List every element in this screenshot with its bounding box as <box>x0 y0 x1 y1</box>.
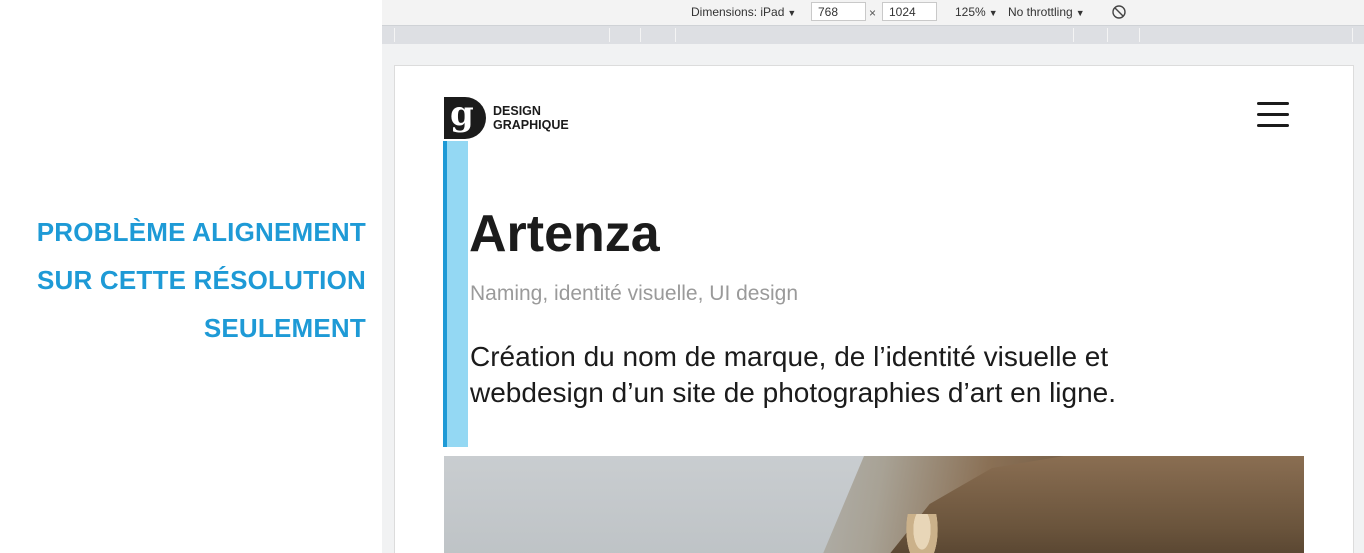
caret-down-icon: ▼ <box>988 8 998 18</box>
zoom-label: 125% <box>955 5 986 19</box>
throttling-label: No throttling <box>1008 5 1073 19</box>
height-input[interactable]: 1024 <box>882 2 937 21</box>
device-viewport: g DESIGN GRAPHIQUE Artenza Naming, ident… <box>394 65 1354 553</box>
annotation-line: PROBLÈME ALIGNEMENT <box>36 217 366 247</box>
accent-bar-highlight <box>447 141 468 447</box>
project-title: Artenza <box>469 205 660 263</box>
media-query-ruler[interactable] <box>382 26 1364 44</box>
logo-text[interactable]: DESIGN GRAPHIQUE <box>493 104 569 132</box>
annotation-text: PROBLÈME ALIGNEMENT SUR CETTE RÉSOLUTION… <box>0 208 366 352</box>
caret-down-icon: ▼ <box>787 8 797 18</box>
logo-line-2: GRAPHIQUE <box>493 118 569 132</box>
logo-letter: g <box>450 94 474 134</box>
hamburger-menu-icon[interactable] <box>1257 102 1289 128</box>
throttling-select[interactable]: No throttling ▼ <box>1008 5 1085 19</box>
logo-mark[interactable]: g <box>444 94 486 139</box>
width-input[interactable]: 768 <box>811 2 866 21</box>
hero-photo <box>444 456 1304 553</box>
annotation-line: SEULEMENT <box>203 313 366 343</box>
devtools-device-toolbar: Dimensions: iPad ▼ 768 × 1024 125% ▼ No th… <box>382 0 1364 44</box>
annotation-line: SUR CETTE RÉSOLUTION <box>36 265 366 295</box>
zoom-select[interactable]: 125% ▼ <box>955 5 998 19</box>
toolbar-row: Dimensions: iPad ▼ 768 × 1024 125% ▼ No th… <box>382 0 1364 26</box>
project-description: Création du nom de marque, de l’identité… <box>470 341 1117 408</box>
device-dimensions-label: Dimensions: iPad <box>691 5 785 19</box>
device-dimensions-select[interactable]: Dimensions: iPad ▼ <box>691 5 796 19</box>
rotate-icon[interactable] <box>1111 4 1127 20</box>
caret-down-icon: ▼ <box>1075 8 1085 18</box>
times-separator: × <box>869 6 877 20</box>
photo-sky <box>444 456 864 553</box>
project-subtitle: Naming, identité visuelle, UI design <box>470 282 799 305</box>
photo-rock <box>872 456 1304 553</box>
logo-line-1: DESIGN <box>493 104 541 118</box>
photo-figure <box>902 514 942 553</box>
